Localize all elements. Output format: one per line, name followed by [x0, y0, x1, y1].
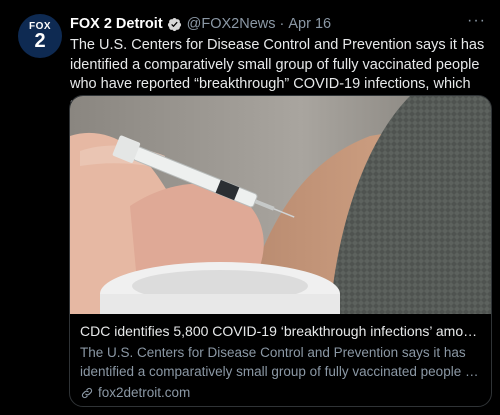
verified-badge-icon — [167, 17, 181, 31]
card-body: CDC identifies 5,800 COVID-19 ‘breakthro… — [80, 322, 484, 402]
link-card[interactable]: CDC identifies 5,800 COVID-19 ‘breakthro… — [69, 95, 492, 407]
link-icon — [81, 387, 93, 398]
card-domain-link[interactable]: fox2detroit.com — [80, 383, 484, 402]
tweet[interactable]: FOX 2 FOX 2 Detroit @FOX2News · Apr 16 ·… — [0, 0, 500, 415]
author-name[interactable]: FOX 2 Detroit — [70, 16, 163, 32]
tweet-header: FOX 2 Detroit @FOX2News · Apr 16 — [70, 14, 486, 34]
author-handle[interactable]: @FOX2News — [187, 16, 276, 32]
card-image — [70, 96, 491, 314]
tweet-date[interactable]: Apr 16 — [288, 16, 331, 32]
card-description-line: identified a comparatively small group o… — [80, 364, 484, 379]
separator-dot: · — [279, 16, 285, 32]
card-domain: fox2detroit.com — [98, 385, 191, 400]
more-options-icon[interactable]: ··· — [467, 12, 486, 30]
card-title[interactable]: CDC identifies 5,800 COVID-19 ‘breakthro… — [80, 322, 484, 341]
avatar[interactable]: FOX 2 — [18, 14, 62, 58]
avatar-number-text: 2 — [34, 29, 46, 52]
card-description-line: The U.S. Centers for Disease Control and… — [80, 345, 466, 360]
card-description: The U.S. Centers for Disease Control and… — [80, 343, 484, 381]
